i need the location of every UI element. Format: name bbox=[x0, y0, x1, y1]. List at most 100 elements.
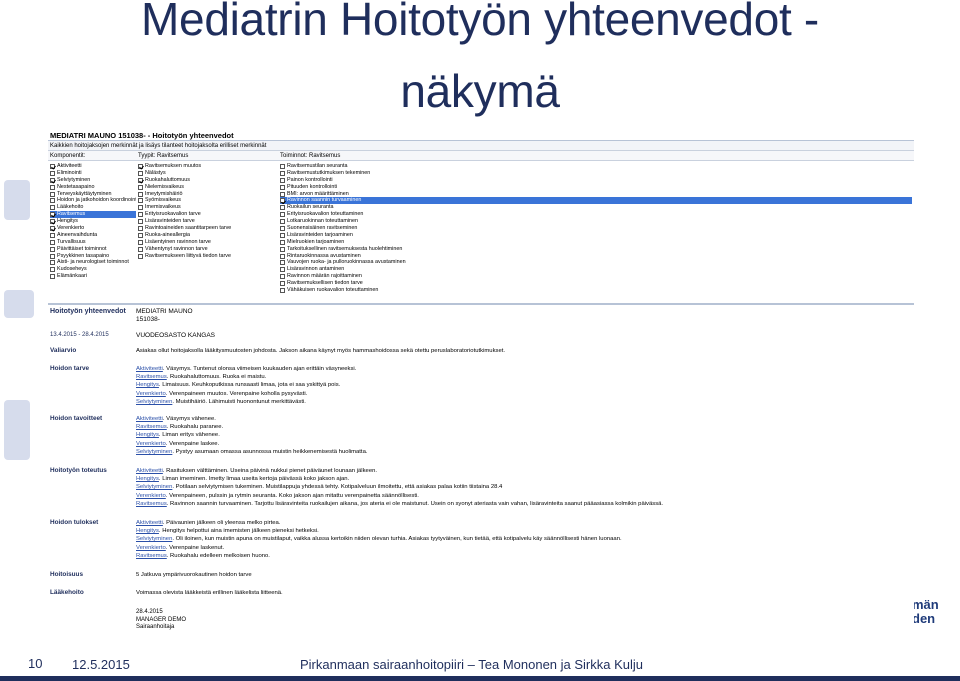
component-item[interactable]: Turvallisuus bbox=[50, 239, 136, 246]
action-item[interactable]: Ravitsemustilan seuranta bbox=[280, 163, 912, 170]
action-checkbox[interactable] bbox=[280, 212, 285, 218]
action-checkbox[interactable] bbox=[280, 246, 285, 252]
component-checkbox[interactable] bbox=[50, 219, 55, 225]
type-checkbox[interactable] bbox=[138, 253, 143, 259]
action-checkbox[interactable] bbox=[280, 191, 285, 197]
type-item[interactable]: Lisäentyinen ravinnon tarve bbox=[138, 239, 278, 246]
component-item[interactable]: Aktiviteetti bbox=[50, 163, 136, 170]
type-checkbox[interactable] bbox=[138, 239, 143, 245]
component-item[interactable]: Päivittäiset toiminnot bbox=[50, 246, 136, 253]
type-checkbox[interactable] bbox=[138, 205, 143, 211]
type-checkbox[interactable] bbox=[138, 191, 143, 197]
action-item[interactable]: Ravitsemustutkimuksen tekeminen bbox=[280, 170, 912, 177]
component-checkbox[interactable] bbox=[50, 239, 55, 245]
component-item[interactable]: Nestetasapaino bbox=[50, 184, 136, 191]
action-item[interactable]: Ravinnon saannin turvaaminen bbox=[280, 197, 912, 205]
action-checkbox[interactable] bbox=[280, 177, 285, 183]
action-checkbox[interactable] bbox=[280, 198, 285, 204]
component-item[interactable]: Eliminointi bbox=[50, 170, 136, 177]
component-item[interactable]: Hoidon ja jatkohoidon koordinointi bbox=[50, 197, 136, 204]
type-item[interactable]: Ruoka-aineallergia bbox=[138, 232, 278, 239]
action-checkbox[interactable] bbox=[280, 239, 285, 245]
component-checkbox[interactable] bbox=[50, 274, 55, 280]
type-checkbox[interactable] bbox=[138, 170, 143, 176]
component-checkbox[interactable] bbox=[50, 163, 55, 169]
component-checkbox[interactable] bbox=[50, 260, 55, 266]
component-item[interactable]: Hengitys bbox=[50, 218, 136, 225]
component-item[interactable]: Aisti- ja neurologiset toiminnot bbox=[50, 259, 136, 266]
type-item[interactable]: Ruokahaluttomuus bbox=[138, 177, 278, 184]
action-item[interactable]: Ravinnon määrän rajoittaminen bbox=[280, 273, 912, 280]
action-item[interactable]: Ruokailun seuranta bbox=[280, 204, 912, 211]
type-item[interactable]: Syömisvaikeus bbox=[138, 197, 278, 204]
action-checkbox[interactable] bbox=[280, 219, 285, 225]
component-checkbox[interactable] bbox=[50, 184, 55, 190]
action-item[interactable]: Vauvojen ruoka- ja pulloruokinnassa avus… bbox=[280, 259, 912, 266]
action-checkbox[interactable] bbox=[280, 232, 285, 238]
action-item[interactable]: BMI: arvon määrittäminen bbox=[280, 191, 912, 198]
type-item[interactable]: Nielemisvaikeus bbox=[138, 184, 278, 191]
component-item[interactable]: Lääkehoito bbox=[50, 204, 136, 211]
type-checkbox[interactable] bbox=[138, 184, 143, 190]
component-item[interactable]: Ravitsemus bbox=[50, 211, 136, 219]
type-item[interactable]: Imemisvaikeus bbox=[138, 204, 278, 211]
type-checkbox[interactable] bbox=[138, 225, 143, 231]
action-checkbox[interactable] bbox=[280, 287, 285, 293]
action-item[interactable]: Tarkoituksellinen ravitsemuksesta huoleh… bbox=[280, 246, 912, 253]
action-item[interactable]: Lisäravinnon antaminen bbox=[280, 266, 912, 273]
action-item[interactable]: Painon kontrollointi bbox=[280, 177, 912, 184]
action-checkbox[interactable] bbox=[280, 184, 285, 190]
type-checkbox[interactable] bbox=[138, 177, 143, 183]
component-item[interactable]: Verenkierto bbox=[50, 225, 136, 232]
component-checkbox[interactable] bbox=[50, 253, 55, 259]
action-item[interactable]: Suonensisäinen ravitseminen bbox=[280, 225, 912, 232]
action-checkbox[interactable] bbox=[280, 274, 285, 280]
action-checkbox[interactable] bbox=[280, 170, 285, 176]
action-checkbox[interactable] bbox=[280, 253, 285, 259]
component-item[interactable]: Kudoseheys bbox=[50, 266, 136, 273]
action-item[interactable]: Vähäkuisen ruokavalion toteuttaminen bbox=[280, 287, 912, 294]
component-item[interactable]: Psyykkinen tasapaino bbox=[50, 253, 136, 260]
action-item[interactable]: Lisäravinteiden tarjoaminen bbox=[280, 232, 912, 239]
action-checkbox[interactable] bbox=[280, 281, 285, 287]
component-checkbox[interactable] bbox=[50, 232, 55, 238]
type-item[interactable]: Imeytymishäiriö bbox=[138, 191, 278, 198]
action-item[interactable]: Pituuden kontrollointi bbox=[280, 184, 912, 191]
type-item[interactable]: Ravitsemuksen muutos bbox=[138, 163, 278, 170]
type-item[interactable]: Ravintoaineiden saantitarpeen tarve bbox=[138, 225, 278, 232]
action-item[interactable]: Mielruokien tarjoaminen bbox=[280, 239, 912, 246]
action-item[interactable]: Erityisruokavalion toteuttaminen bbox=[280, 211, 912, 218]
component-item[interactable]: Elämänkaari bbox=[50, 273, 136, 280]
component-checkbox[interactable] bbox=[50, 205, 55, 211]
type-checkbox[interactable] bbox=[138, 163, 143, 169]
type-checkbox[interactable] bbox=[138, 246, 143, 252]
type-item[interactable]: Vähentynyt ravinnon tarve bbox=[138, 246, 278, 253]
type-item[interactable]: Lisäravinteiden tarve bbox=[138, 218, 278, 225]
type-checkbox[interactable] bbox=[138, 232, 143, 238]
action-checkbox[interactable] bbox=[280, 260, 285, 266]
action-checkbox[interactable] bbox=[280, 267, 285, 273]
type-checkbox[interactable] bbox=[138, 212, 143, 218]
type-item[interactable]: Ravitsemukseen liittyvä tiedon tarve bbox=[138, 253, 278, 260]
filter-menu[interactable]: Kaikkien hoitojaksojen merkinnät ja lisä… bbox=[48, 141, 914, 151]
action-item[interactable]: Ravitsemuksellisen tiedon tarve bbox=[280, 280, 912, 287]
action-checkbox[interactable] bbox=[280, 163, 285, 169]
action-checkbox[interactable] bbox=[280, 205, 285, 211]
component-checkbox[interactable] bbox=[50, 267, 55, 273]
component-item[interactable]: Selviytyminen bbox=[50, 177, 136, 184]
action-item[interactable]: Lotkaruokinnan toteuttaminen bbox=[280, 218, 912, 225]
action-checkbox[interactable] bbox=[280, 225, 285, 231]
component-checkbox[interactable] bbox=[50, 191, 55, 197]
action-item[interactable]: Rintaruokinnassa avustaminen bbox=[280, 253, 912, 260]
type-item[interactable]: Erityisruokavalion tarve bbox=[138, 211, 278, 218]
type-item[interactable]: Nälästys bbox=[138, 170, 278, 177]
component-checkbox[interactable] bbox=[50, 177, 55, 183]
component-checkbox[interactable] bbox=[50, 170, 55, 176]
type-checkbox[interactable] bbox=[138, 219, 143, 225]
type-checkbox[interactable] bbox=[138, 198, 143, 204]
component-checkbox[interactable] bbox=[50, 246, 55, 252]
component-checkbox[interactable] bbox=[50, 198, 55, 204]
component-item[interactable]: Aineenvaihdunta bbox=[50, 232, 136, 239]
component-checkbox[interactable] bbox=[50, 225, 55, 231]
component-item[interactable]: Terveyskäyttäytyminen bbox=[50, 191, 136, 198]
